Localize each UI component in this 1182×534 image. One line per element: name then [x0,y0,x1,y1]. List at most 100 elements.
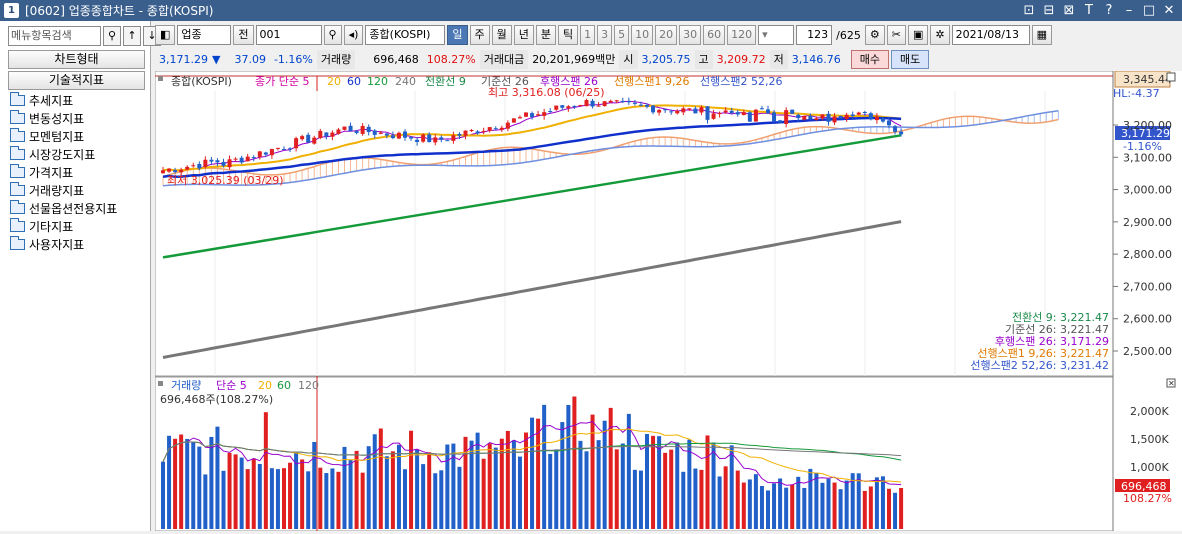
legend-tenkan: 전환선 9 [425,75,466,88]
tree-item-other[interactable]: 기타지표 [8,217,145,235]
minute-select[interactable]: ▾ [758,25,795,45]
tile-icon[interactable]: ⊠ [1062,3,1076,18]
tree-item-futures[interactable]: 선물옵션전용지표 [8,199,145,217]
market-select[interactable]: 업종 [177,25,232,45]
search-icon[interactable]: ⚲ [323,25,342,45]
panel-toggle-icon[interactable]: ◧ [155,25,176,45]
volume-bar [880,476,885,529]
gear-icon[interactable]: ✲ [930,25,950,45]
calendar-icon[interactable]: ▦ [1031,25,1052,45]
period-week[interactable]: 주 [469,25,490,45]
minute-3[interactable]: 3 [597,25,613,45]
period-day[interactable]: 일 [447,25,468,45]
volume-bar [433,473,438,529]
candle-body [469,129,474,132]
volume-bar [572,396,577,529]
screen-icon[interactable]: ⊟ [1042,3,1056,18]
minute-10[interactable]: 10 [631,25,654,45]
candle-body [657,109,662,113]
volume-bar [360,472,365,529]
price-tick-label: 2,800.00 [1123,248,1172,261]
candle-body [173,170,178,172]
period-year[interactable]: 년 [513,25,534,45]
tree-item-volume[interactable]: 거래량지표 [8,181,145,199]
candle-body [663,109,668,111]
tree-item-volatility[interactable]: 변동성지표 [8,109,145,127]
candle-body [560,105,565,108]
candle-body [390,135,395,139]
chart-svg[interactable]: 종합(KOSPI) 종가 단순 5 20 60 120 240 전환선 9 기준… [154,70,1182,532]
tree-item-market-strength[interactable]: 시장강도지표 [8,145,145,163]
candle-body [239,157,244,163]
candle-body [427,134,432,143]
minute-60[interactable]: 60 [703,25,726,45]
minute-120[interactable]: 120 [727,25,757,45]
prev-button[interactable]: 전 [233,25,254,45]
minute-5[interactable]: 5 [614,25,630,45]
settings-icon[interactable]: ⚙ [864,25,885,45]
font-icon[interactable]: Τ [1082,3,1096,18]
candle-body [669,111,674,113]
volume-bar [796,476,801,529]
tree-item-trend[interactable]: 추세지표 [8,91,145,109]
chart-area[interactable]: 종합(KOSPI) 종가 단순 5 20 60 120 240 전환선 9 기준… [154,70,1182,532]
link-icon[interactable]: ⊡ [1022,3,1036,18]
candle-body [705,106,710,120]
arrow-up-icon[interactable]: ↑ [123,26,141,46]
vol-tick-1500k: 1,500K [1130,433,1169,446]
volume-bar [778,478,783,529]
volume-bar [657,436,662,529]
vol-legend-ma60: 60 [277,379,291,392]
minute-30[interactable]: 30 [679,25,702,45]
help-icon[interactable]: ? [1102,3,1116,18]
low-annotation: 최저 3,025.39 (03/29) [167,174,284,187]
period-month[interactable]: 월 [491,25,512,45]
code-input[interactable]: 001 [255,25,322,45]
volume-bar [723,466,728,529]
tree-item-user[interactable]: 사용자지표 [8,235,145,253]
scissors-icon[interactable]: ✂ [886,25,906,45]
price-tick-label: 3,100.00 [1123,151,1172,164]
volume-bar [820,482,825,529]
tech-indicator-button[interactable]: 기술적지표 [8,71,145,90]
chart-type-button[interactable]: 차트형태 [8,50,145,69]
minute-1[interactable]: 1 [580,25,596,45]
tree-item-price[interactable]: 가격지표 [8,163,145,181]
volume-bar [396,444,401,529]
candle-body [263,152,268,155]
period-tick[interactable]: 틱 [558,25,579,45]
volume-bar [257,463,262,529]
buy-button[interactable]: 매수 [850,49,889,69]
volume-bar [766,490,770,529]
candle-body [874,116,879,121]
minute-20[interactable]: 20 [655,25,678,45]
candle-body [759,108,764,110]
volume-bar [318,467,323,529]
volume-bar [626,413,631,529]
date-input[interactable]: 2021/08/13 [951,25,1030,45]
volume-bar [681,471,686,529]
minimize-button[interactable]: – [1122,3,1136,18]
candle-body [439,137,444,140]
legend-span2: 선행스팬2 52,26 [700,75,782,88]
save-icon[interactable]: ▣ [907,25,929,45]
candle-body [747,112,752,122]
count-input[interactable]: 123 [796,25,833,45]
window-controls: ⊡ ⊟ ⊠ Τ ? – □ ✕ [1022,0,1176,21]
candle-body [475,131,480,134]
period-minute[interactable]: 분 [535,25,557,45]
close-button[interactable]: ✕ [1162,3,1176,18]
folder-icon [10,199,25,214]
candle-body [729,110,734,114]
tree-item-momentum[interactable]: 모멘텀지표 [8,127,145,145]
menu-search-input[interactable]: 메뉴항목검색 [8,26,101,46]
close-pane-icon[interactable] [1166,72,1176,82]
search-icon[interactable]: ⚲ [103,26,121,46]
window-number[interactable]: 1 [4,3,19,18]
candle-body [651,105,656,113]
maximize-button[interactable]: □ [1142,3,1156,18]
sell-button[interactable]: 매도 [891,49,930,69]
candle-body [868,113,873,120]
volume-bar [524,432,528,529]
speaker-icon[interactable]: ◂) [343,25,364,45]
